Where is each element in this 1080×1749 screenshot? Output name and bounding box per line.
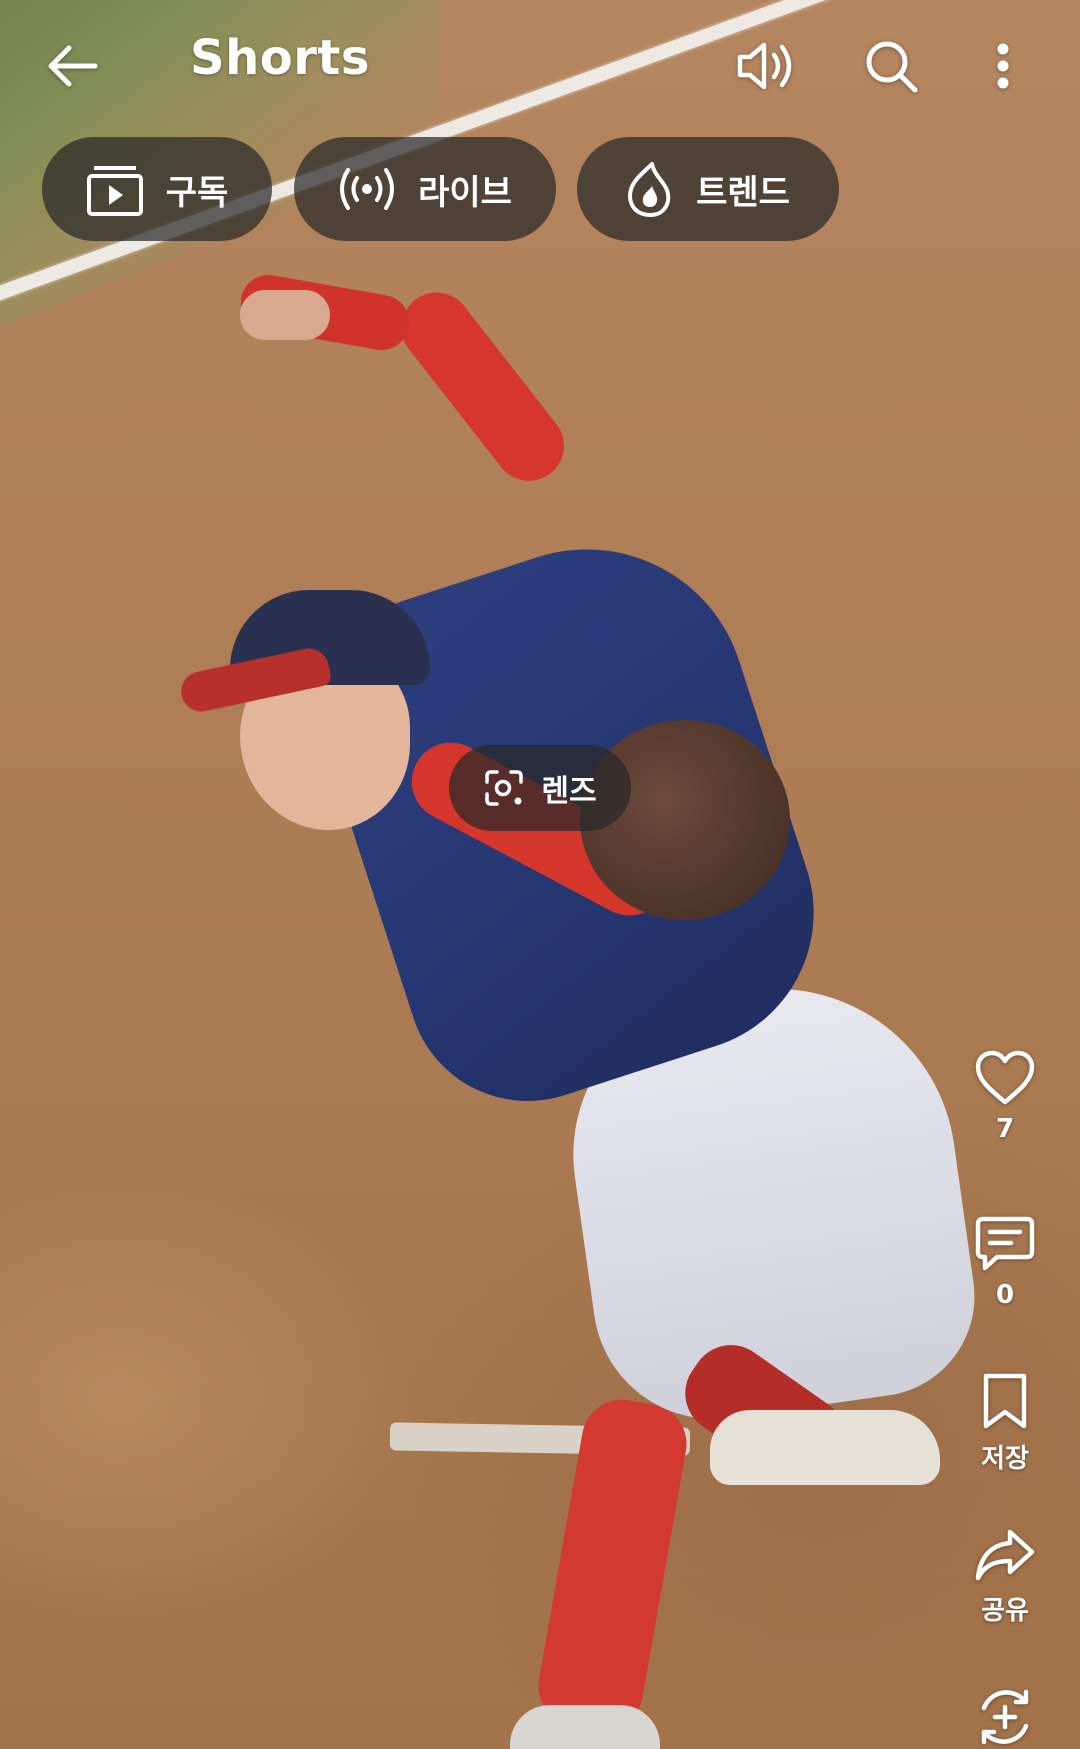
player-shoe <box>510 1705 660 1749</box>
player-back-shoe <box>710 1410 940 1485</box>
search-icon <box>866 41 918 93</box>
subscriptions-icon <box>86 166 143 216</box>
like-count: 7 <box>995 1114 1015 1144</box>
remix-add-icon <box>981 1689 1029 1745</box>
back-button[interactable] <box>32 26 112 106</box>
chip-trending[interactable]: 트렌드 <box>577 137 839 241</box>
chip-subscriptions[interactable]: 구독 <box>42 137 272 241</box>
top-bar: Shorts <box>0 0 1080 130</box>
remix-button[interactable] <box>950 1686 1060 1748</box>
share-button[interactable]: 공유 <box>950 1528 1060 1627</box>
bookmark-icon <box>983 1373 1027 1429</box>
more-options-button[interactable] <box>978 26 1028 106</box>
save-label: 저장 <box>981 1444 1029 1474</box>
comment-button[interactable]: 0 <box>950 1216 1060 1310</box>
page-title: Shorts <box>190 30 370 86</box>
sound-button[interactable] <box>720 26 810 106</box>
more-vertical-icon <box>997 43 1009 89</box>
comment-count: 0 <box>995 1280 1015 1310</box>
search-button[interactable] <box>848 26 934 106</box>
shorts-player[interactable]: Shorts 구독 라이브 트렌드 렌즈 7 0 저장 공유 <box>0 0 1080 1749</box>
chip-label: 라이브 <box>418 172 512 213</box>
camera-lens-icon <box>485 770 524 806</box>
player-hand <box>240 290 330 340</box>
chip-label: 트렌드 <box>696 172 790 213</box>
like-button[interactable]: 7 <box>950 1050 1060 1144</box>
volume-icon <box>737 42 792 90</box>
comment-icon <box>975 1216 1035 1271</box>
lens-label: 렌즈 <box>541 774 597 809</box>
heart-icon <box>975 1050 1035 1105</box>
arrow-left-icon <box>48 45 98 87</box>
share-label: 공유 <box>981 1596 1029 1626</box>
lens-button[interactable]: 렌즈 <box>449 745 631 831</box>
category-chips: 구독 라이브 트렌드 <box>42 137 1042 241</box>
chip-live[interactable]: 라이브 <box>294 137 556 241</box>
live-broadcast-icon <box>340 168 395 210</box>
trending-flame-icon <box>628 162 671 217</box>
save-button[interactable]: 저장 <box>950 1372 1060 1475</box>
share-arrow-icon <box>975 1529 1035 1581</box>
chip-label: 구독 <box>165 172 229 213</box>
